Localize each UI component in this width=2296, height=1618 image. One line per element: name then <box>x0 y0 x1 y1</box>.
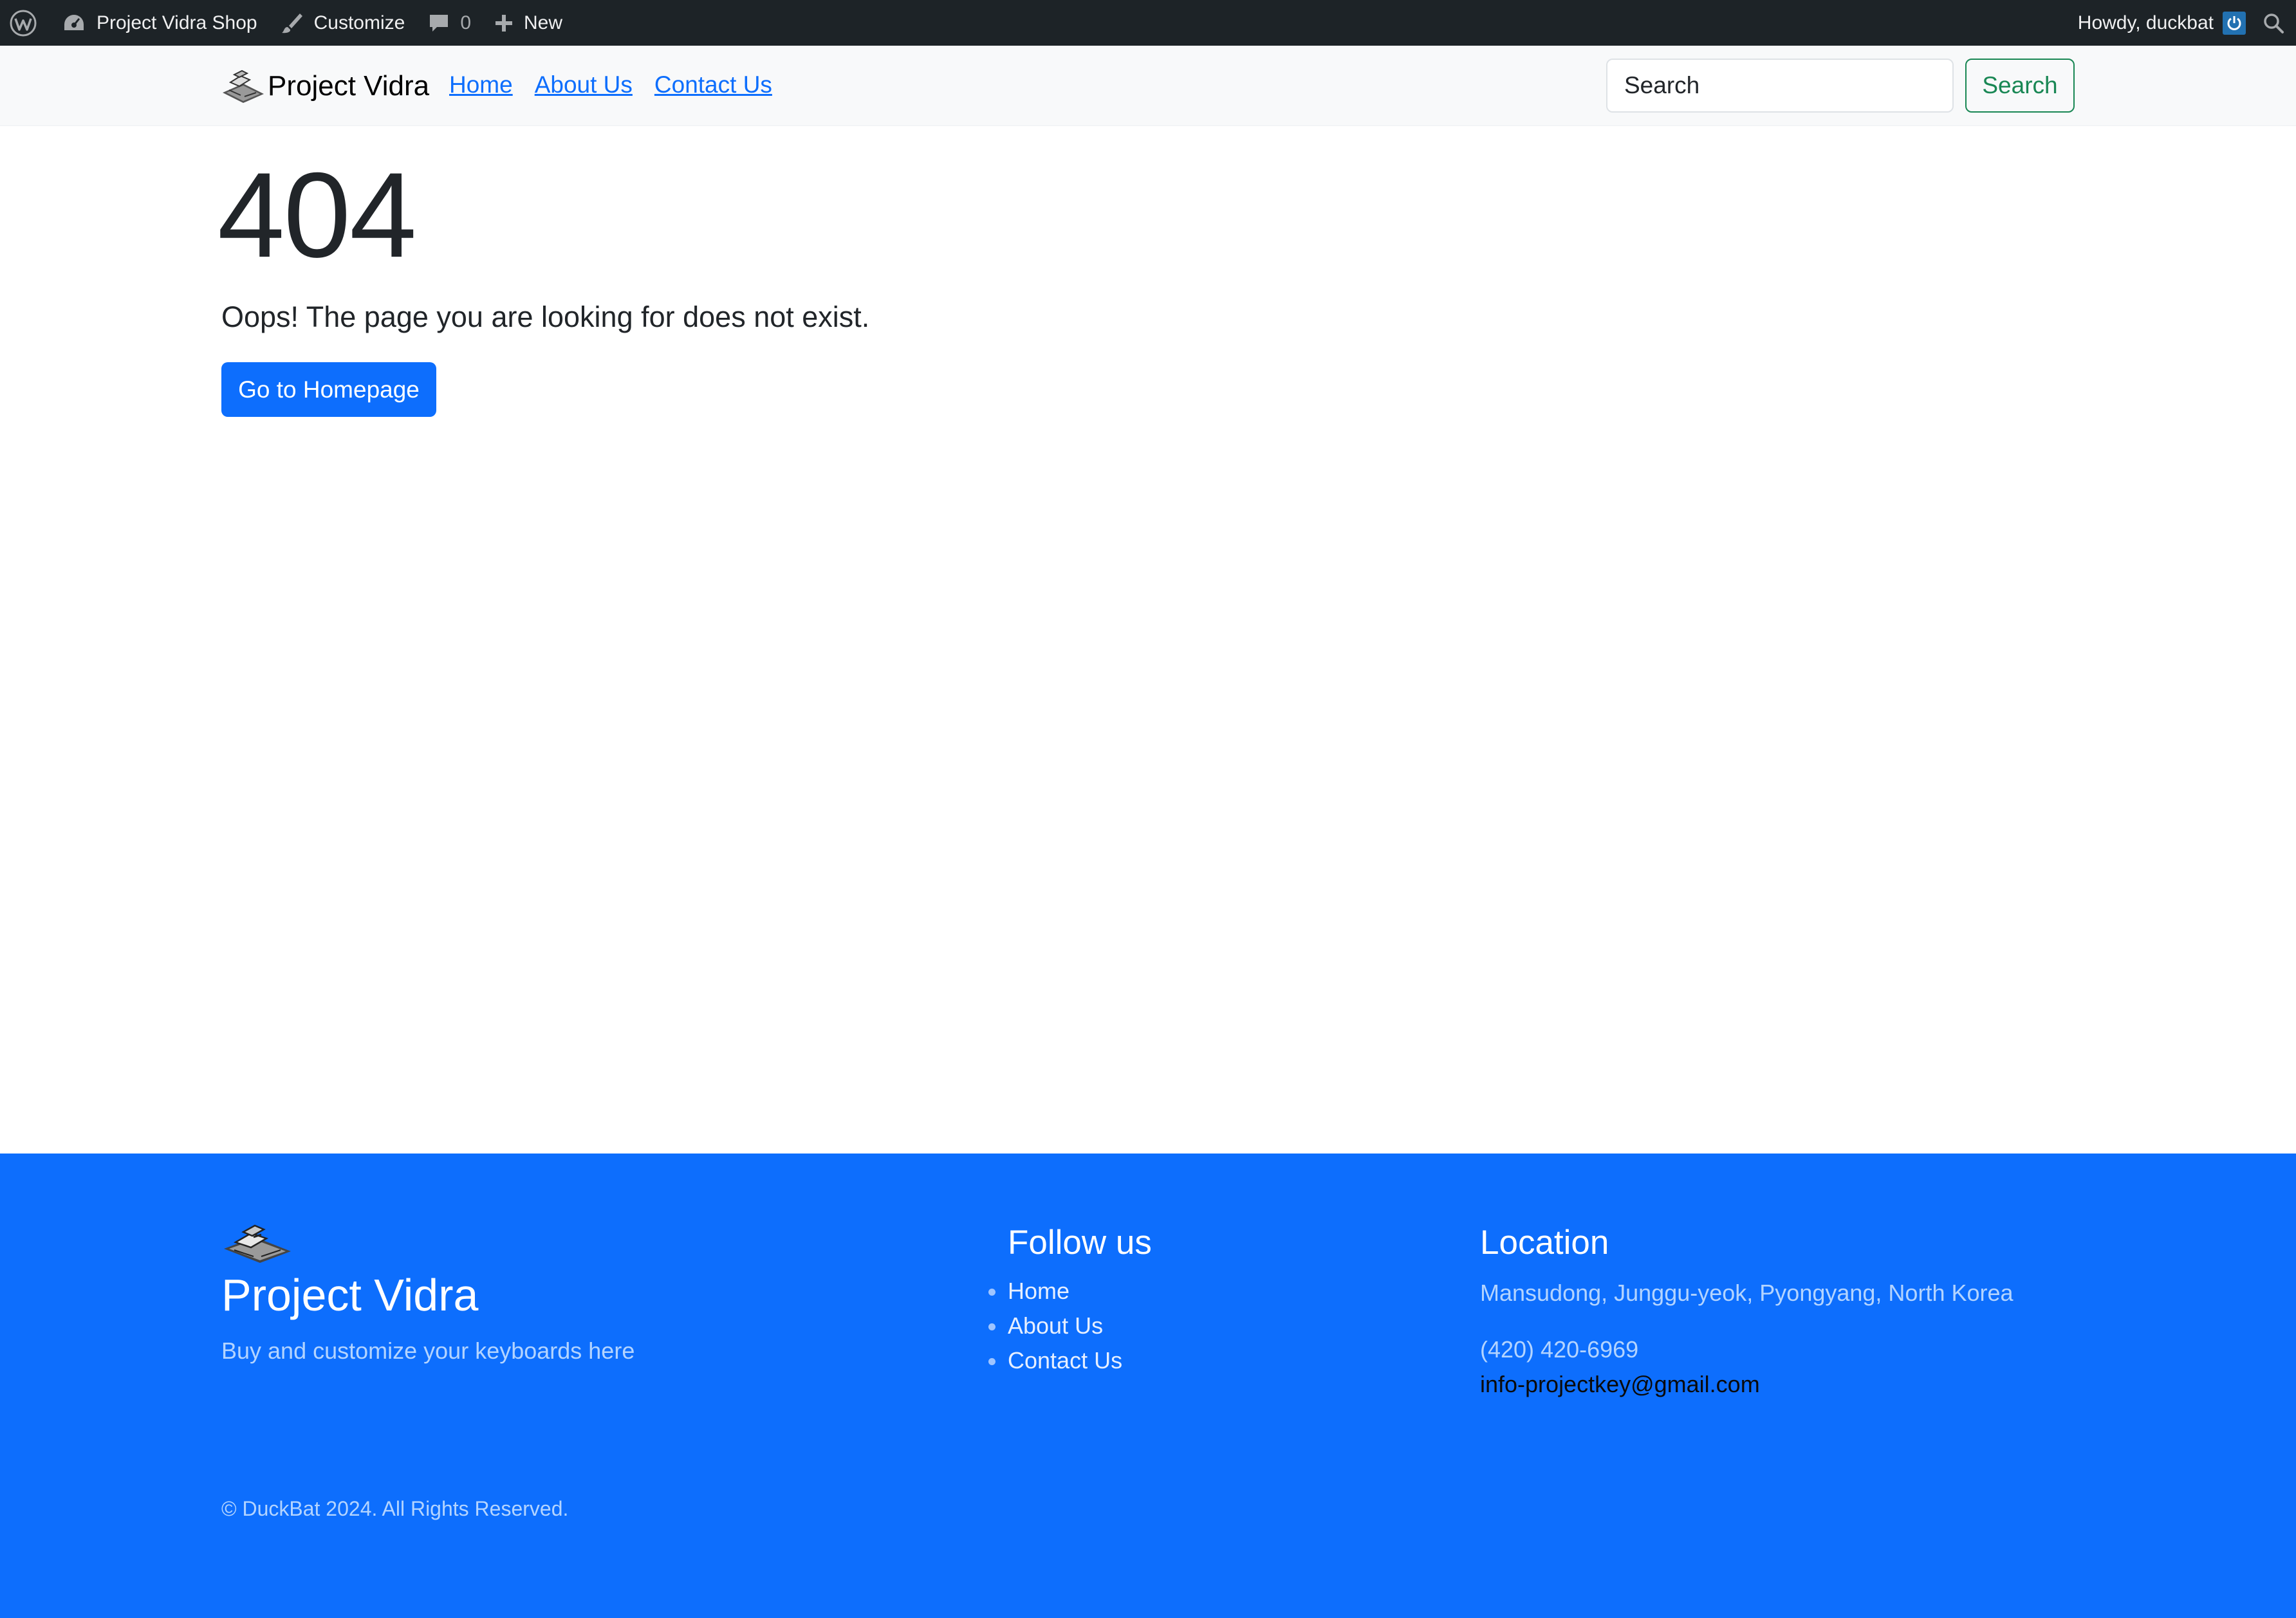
footer-keyboard-logo-icon <box>221 1223 293 1267</box>
site-footer: Project Vidra Buy and customize your key… <box>0 1154 2296 1618</box>
avatar <box>2223 11 2246 35</box>
site-name-menu[interactable]: Project Vidra Shop <box>50 0 269 46</box>
footer-phone: (420) 420-6969 <box>1480 1336 1639 1363</box>
comments-menu[interactable]: 0 <box>416 0 483 46</box>
admin-search-icon[interactable] <box>2252 0 2296 46</box>
footer-link-about[interactable]: About Us <box>988 1312 1122 1347</box>
plus-icon <box>494 14 514 33</box>
footer-links: Home About Us Contact Us <box>988 1278 1122 1382</box>
search-button[interactable]: Search <box>1965 59 2075 113</box>
follow-us-heading: Follow us <box>1008 1224 1152 1262</box>
wordpress-logo-icon[interactable] <box>0 0 50 46</box>
dashboard-icon <box>62 12 86 34</box>
site-navbar: Project Vidra Home About Us Contact Us S… <box>0 46 2296 126</box>
footer-tagline: Buy and customize your keyboards here <box>221 1338 635 1364</box>
search-input[interactable] <box>1606 59 1954 113</box>
location-heading: Location <box>1480 1224 1609 1262</box>
customize-menu[interactable]: Customize <box>269 0 417 46</box>
navbar-brand[interactable]: Project Vidra <box>221 66 429 106</box>
go-to-homepage-button[interactable]: Go to Homepage <box>221 362 436 417</box>
footer-link-home[interactable]: Home <box>988 1278 1122 1312</box>
power-icon <box>2227 15 2241 30</box>
nav-link-contact[interactable]: Contact Us <box>654 71 772 98</box>
main-nav: Home About Us Contact Us <box>449 71 772 98</box>
footer-email[interactable]: info-projectkey@gmail.com <box>1480 1371 1760 1398</box>
copyright: © DuckBat 2024. All Rights Reserved. <box>221 1497 569 1520</box>
my-account-menu[interactable]: Howdy, duckbat <box>2066 0 2252 46</box>
nav-link-home[interactable]: Home <box>449 71 513 98</box>
error-message: Oops! The page you are looking for does … <box>221 300 870 333</box>
nav-link-about[interactable]: About Us <box>535 71 633 98</box>
footer-address: Mansudong, Junggu-yeok, Pyongyang, North… <box>1480 1280 2014 1306</box>
error-code-heading: 404 <box>218 147 417 282</box>
customize-label: Customize <box>313 12 405 33</box>
comments-count: 0 <box>460 12 472 33</box>
brand-name: Project Vidra <box>268 70 430 102</box>
admin-bar-right: Howdy, duckbat <box>2066 0 2296 46</box>
new-label: New <box>524 12 563 33</box>
new-content-menu[interactable]: New <box>483 0 574 46</box>
paintbrush-icon <box>281 12 304 35</box>
wp-admin-bar: Project Vidra Shop Customize 0 New Howdy… <box>0 0 2296 46</box>
site-name-label: Project Vidra Shop <box>97 12 257 33</box>
footer-link-contact[interactable]: Contact Us <box>988 1347 1122 1382</box>
admin-bar-left: Project Vidra Shop Customize 0 New <box>0 0 574 46</box>
comment-bubble-icon <box>428 12 450 34</box>
footer-brand: Project Vidra <box>221 1270 479 1320</box>
howdy-label: Howdy, duckbat <box>2077 12 2214 33</box>
keyboard-logo-icon <box>223 69 264 103</box>
